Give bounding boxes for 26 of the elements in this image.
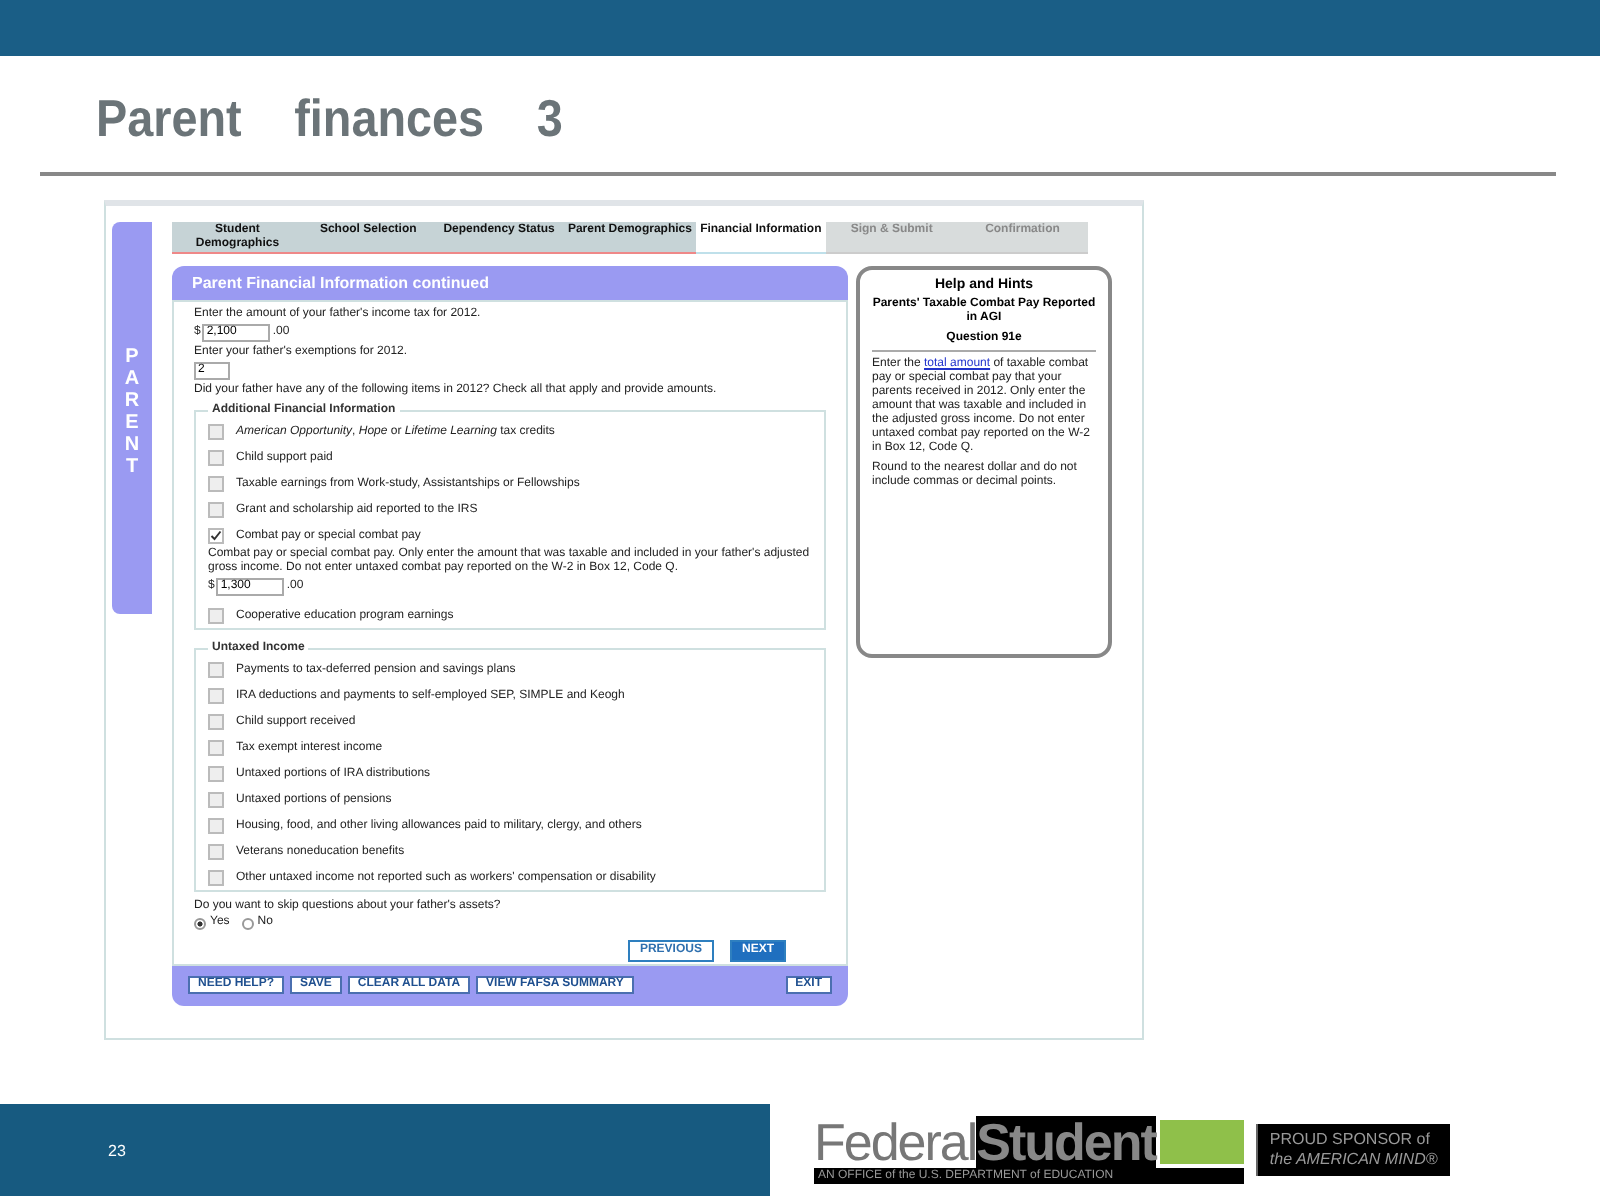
slide-title: Parent finances 3 (96, 88, 565, 152)
radio-button[interactable] (241, 917, 254, 929)
checkbox[interactable] (208, 818, 224, 834)
checkbox[interactable] (208, 714, 224, 730)
form-heading: Parent Financial Information continued (172, 266, 848, 300)
checkbox[interactable] (208, 688, 224, 704)
checkbox[interactable] (208, 870, 224, 886)
logo-word: Student (976, 1116, 1156, 1168)
checkbox[interactable] (208, 528, 224, 544)
checkbox[interactable] (208, 792, 224, 808)
checkbox[interactable] (208, 450, 224, 466)
side-tab-label: PARENT (122, 346, 142, 482)
logo-word: Federal (814, 1116, 977, 1168)
sponsor-text: PROUD SPONSOR of (1269, 1130, 1432, 1150)
sponsor-text: the AMERICAN MIND® (1269, 1150, 1438, 1170)
checkbox[interactable] (208, 740, 224, 756)
checkbox[interactable] (208, 502, 224, 518)
checkbox[interactable] (208, 608, 224, 624)
checkbox[interactable] (208, 766, 224, 782)
page-number: 23 (108, 1141, 126, 1159)
checkbox[interactable] (208, 844, 224, 860)
checkbox[interactable] (208, 476, 224, 492)
checkbox[interactable] (208, 424, 224, 440)
logo-square (1159, 1120, 1244, 1164)
radio-button[interactable] (194, 917, 206, 929)
checkbox[interactable] (208, 662, 224, 678)
